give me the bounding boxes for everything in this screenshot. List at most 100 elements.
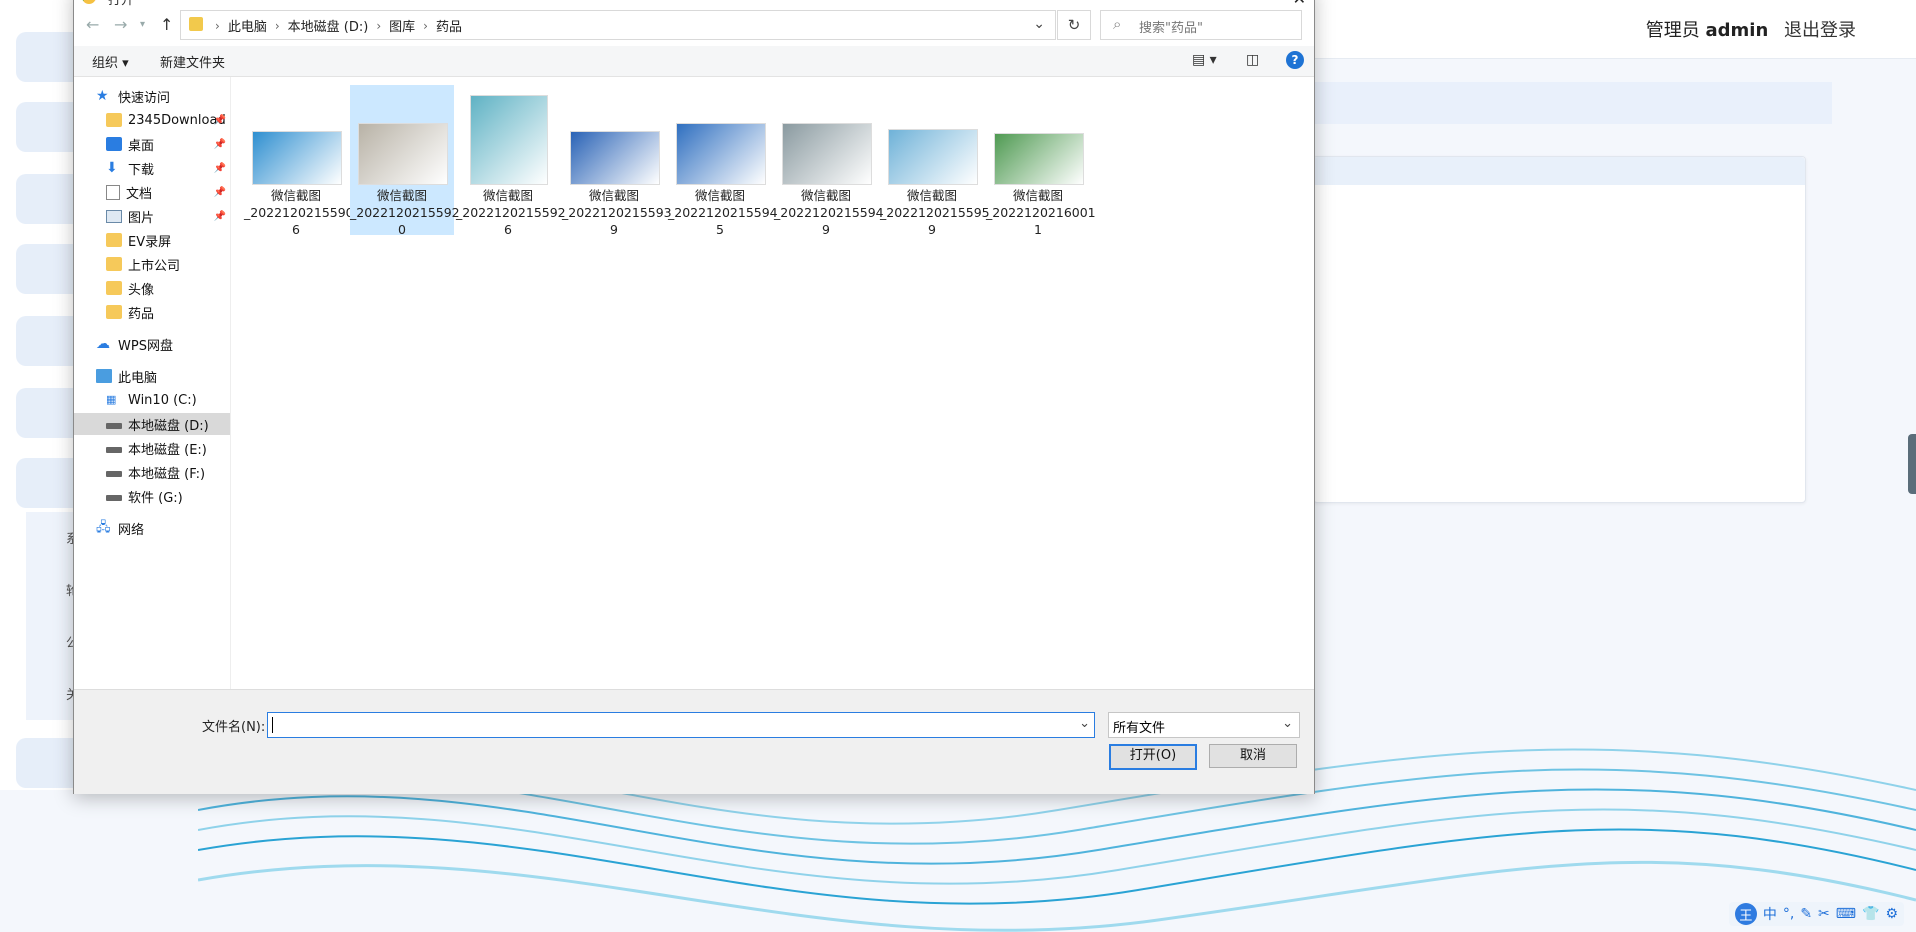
nav-item-pictures[interactable]: 图片 📌 — [74, 205, 230, 227]
desktop-icon — [106, 137, 122, 151]
filename-input[interactable]: ⌄ — [267, 712, 1095, 738]
side-handle[interactable] — [1908, 434, 1916, 494]
nav-item-downloads[interactable]: ⬇ 下载 📌 — [74, 157, 230, 179]
star-icon: ★ — [96, 88, 109, 104]
ime-punct-icon[interactable]: °, — [1783, 906, 1794, 922]
image-thumbnail — [252, 95, 342, 185]
open-button[interactable]: 打开(O) — [1109, 744, 1197, 770]
crumb-gallery[interactable]: 图库 — [389, 16, 415, 35]
ime-handwrite-icon[interactable]: ✎ — [1800, 906, 1812, 922]
nav-item-ev-recording[interactable]: EV录屏 — [74, 229, 230, 251]
file-item[interactable]: 微信截图 _2022120215593 9 — [562, 85, 672, 237]
filename-label: 文件名(N): — [202, 720, 266, 735]
folder-icon — [106, 257, 122, 271]
user-role: 管理员 — [1645, 20, 1700, 41]
up-arrow-icon[interactable]: ↑ — [160, 15, 173, 34]
file-name: 微信截图 _2022120215592 6 — [456, 188, 566, 237]
back-arrow-icon[interactable]: ← — [86, 15, 99, 34]
nav-item-label: 头像 — [128, 282, 155, 298]
cancel-button[interactable]: 取消 — [1209, 744, 1297, 768]
nav-item-drive-g[interactable]: 软件 (G:) — [74, 485, 230, 507]
pin-icon: 📌 — [213, 138, 226, 150]
dialog-title: 打开 — [108, 0, 135, 8]
file-name: 微信截图 _2022120215590 6 — [244, 188, 354, 237]
folder-icon — [106, 233, 122, 247]
nav-item-network[interactable]: 🖧 网络 — [74, 517, 230, 539]
crumb-medicine[interactable]: 药品 — [436, 16, 462, 35]
drive-icon — [106, 423, 122, 429]
file-open-dialog: 打开 ✕ ← → ▾ ↑ › 此电脑 › 本地磁盘 (D:) › 图库 › 药品… — [73, 0, 1315, 794]
nav-item-label: 网络 — [118, 522, 145, 538]
file-type-value: 所有文件 — [1113, 721, 1166, 736]
forward-arrow-icon[interactable]: → — [114, 15, 127, 34]
nav-item-avatar[interactable]: 头像 — [74, 277, 230, 299]
nav-item-label: EV录屏 — [128, 234, 172, 250]
pin-icon: 📌 — [213, 114, 226, 126]
ime-logo-icon[interactable]: 王 — [1734, 903, 1757, 925]
search-input[interactable]: ⌕ 搜索"药品" — [1100, 10, 1302, 40]
dialog-titlebar: 打开 ✕ — [74, 0, 1314, 8]
pin-icon: 📌 — [213, 186, 226, 198]
file-item[interactable]: 微信截图 _2022120215594 5 — [668, 85, 778, 237]
file-type-select[interactable]: 所有文件 ⌄ — [1108, 712, 1300, 738]
file-item[interactable]: 微信截图 _2022120215592 0 — [350, 85, 460, 237]
crumb-this-pc[interactable]: 此电脑 — [228, 16, 267, 35]
ime-mode-icon[interactable]: 中 — [1763, 904, 1777, 924]
cloud-icon: ☁ — [96, 336, 110, 352]
download-icon: ⬇ — [106, 160, 118, 176]
nav-item-2345download[interactable]: 2345Download 📌 — [74, 109, 230, 131]
image-thumbnail — [464, 95, 554, 185]
nav-item-documents[interactable]: 文档 📌 — [74, 181, 230, 203]
dialog-toolbar: 组织 ▾ 新建文件夹 ▤ ▾ ◫ ? — [74, 46, 1314, 77]
drive-icon — [106, 495, 122, 501]
nav-item-drive-f[interactable]: 本地磁盘 (F:) — [74, 461, 230, 483]
nav-item-drive-e[interactable]: 本地磁盘 (E:) — [74, 437, 230, 459]
view-options-icon[interactable]: ▤ ▾ — [1192, 52, 1217, 68]
file-item[interactable]: 微信截图 _2022120216001 1 — [986, 85, 1096, 237]
refresh-button[interactable]: ↻ — [1057, 10, 1091, 40]
close-icon[interactable]: ✕ — [1293, 0, 1306, 8]
logout-link[interactable]: 退出登录 — [1784, 20, 1856, 41]
nav-item-label: 药品 — [128, 306, 155, 322]
crumb-drive-d[interactable]: 本地磁盘 (D:) — [288, 16, 369, 35]
nav-item-drive-c[interactable]: ▦ Win10 (C:) — [74, 389, 230, 411]
help-icon[interactable]: ? — [1286, 51, 1304, 69]
chevron-down-icon[interactable]: ⌄ — [1079, 716, 1090, 731]
chevron-down-icon[interactable]: ⌄ — [1033, 16, 1045, 32]
recent-dropdown-icon[interactable]: ▾ — [140, 19, 145, 30]
address-bar[interactable]: › 此电脑 › 本地磁盘 (D:) › 图库 › 药品 ⌄ — [180, 10, 1056, 40]
network-icon: 🖧 — [96, 520, 111, 535]
pictures-icon — [106, 209, 122, 223]
nav-item-this-pc[interactable]: 此电脑 — [74, 365, 230, 387]
quick-access[interactable]: ★ 快速访问 — [74, 85, 230, 107]
nav-item-label: 本地磁盘 (F:) — [128, 466, 206, 482]
user-name: admin — [1705, 20, 1769, 41]
organize-button[interactable]: 组织 ▾ — [92, 52, 129, 71]
nav-item-label: WPS网盘 — [118, 338, 173, 354]
search-placeholder: 搜索"药品" — [1139, 21, 1203, 36]
ime-skin-icon[interactable]: 👕 — [1862, 906, 1879, 922]
file-item[interactable]: 微信截图 _2022120215594 9 — [774, 85, 884, 237]
nav-item-label: 本地磁盘 (D:) — [128, 418, 209, 434]
preview-pane-icon[interactable]: ◫ — [1246, 52, 1259, 68]
nav-item-medicine[interactable]: 药品 — [74, 301, 230, 323]
nav-item-listed-companies[interactable]: 上市公司 — [74, 253, 230, 275]
ime-settings-icon[interactable]: ⚙ — [1885, 906, 1898, 922]
folder-icon — [106, 113, 122, 127]
new-folder-button[interactable]: 新建文件夹 — [160, 52, 225, 71]
ime-keyboard-icon[interactable]: ⌨ — [1836, 906, 1856, 922]
text-caret — [272, 717, 273, 733]
image-thumbnail — [358, 95, 448, 185]
nav-item-desktop[interactable]: 桌面 📌 — [74, 133, 230, 155]
file-item[interactable]: 微信截图 _2022120215590 6 — [244, 85, 354, 237]
nav-item-label: Win10 (C:) — [128, 392, 197, 408]
nav-item-label: 此电脑 — [118, 370, 158, 386]
nav-item-drive-d[interactable]: 本地磁盘 (D:) — [74, 413, 230, 435]
nav-item-label: 图片 — [128, 210, 155, 226]
ime-scissors-icon[interactable]: ✂ — [1818, 906, 1830, 922]
file-item[interactable]: 微信截图 _2022120215595 9 — [880, 85, 990, 237]
file-item[interactable]: 微信截图 _2022120215592 6 — [456, 85, 566, 237]
image-thumbnail — [676, 95, 766, 185]
nav-item-wps-cloud[interactable]: ☁ WPS网盘 — [74, 333, 230, 355]
folder-icon — [189, 17, 203, 31]
